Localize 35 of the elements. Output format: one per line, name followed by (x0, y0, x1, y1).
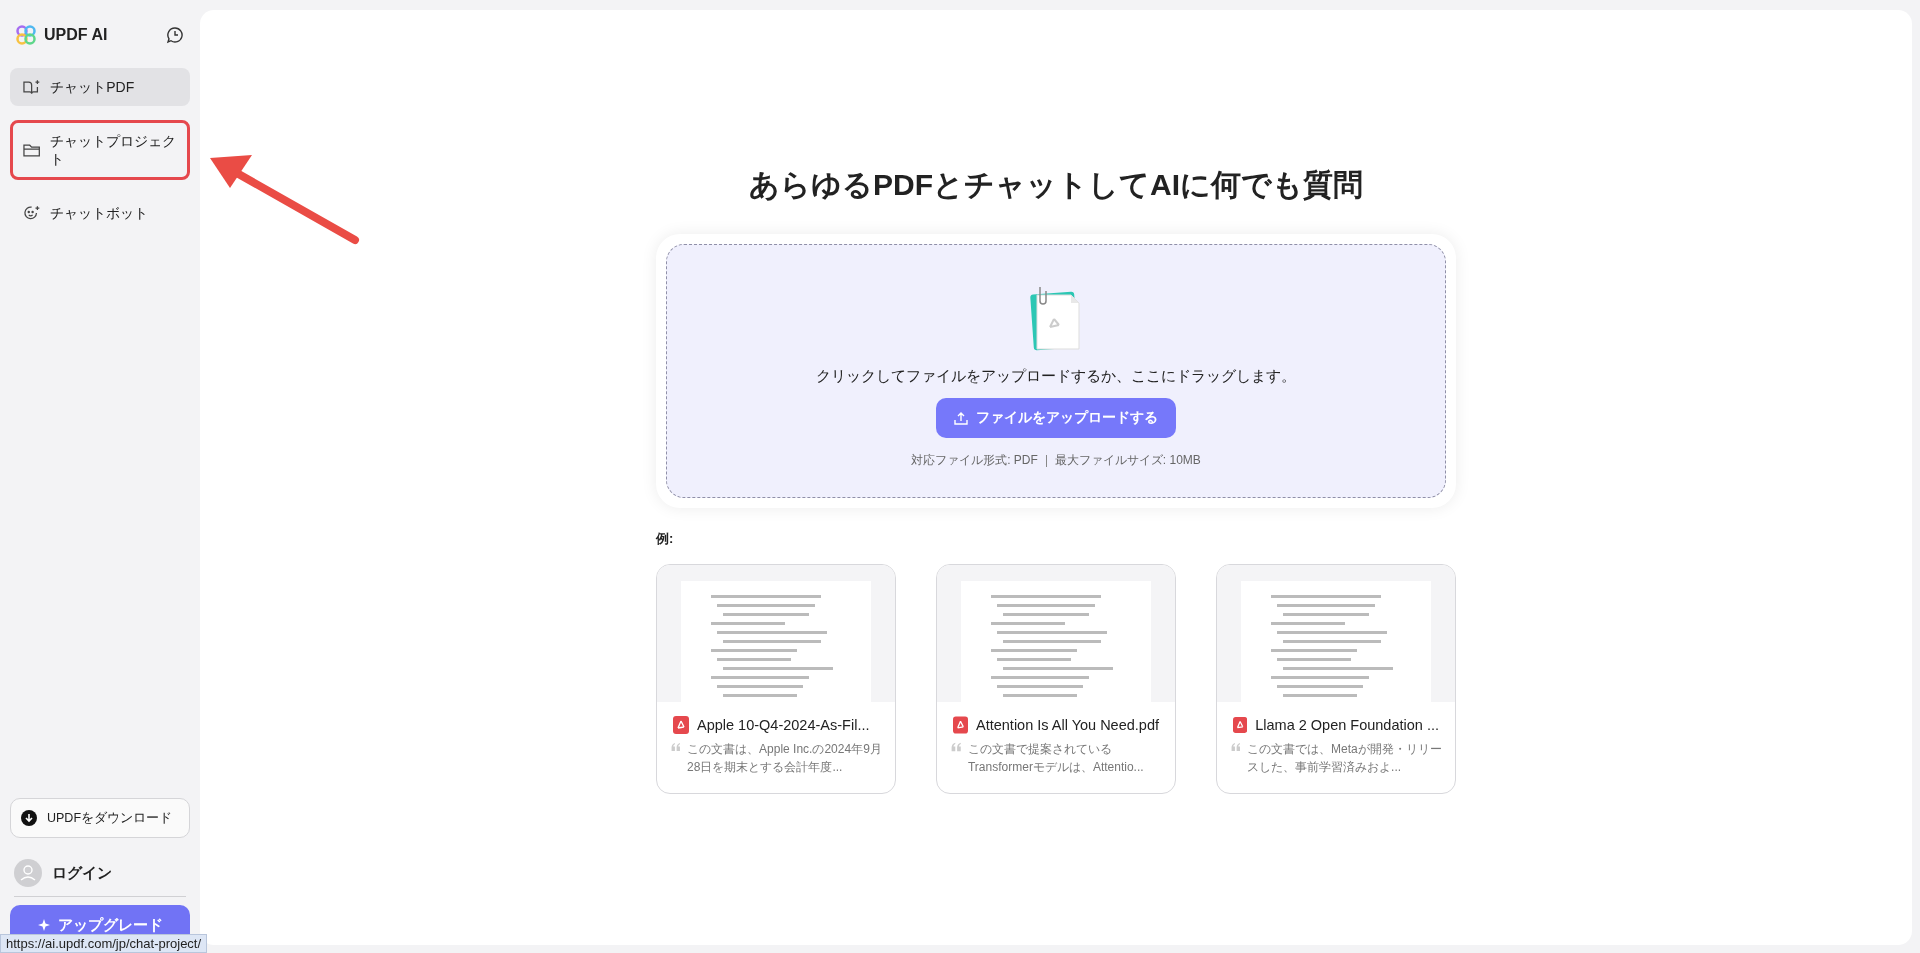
folder-icon (23, 142, 41, 158)
supported-format-text: 対応ファイル形式: PDF (911, 452, 1038, 469)
pdf-icon (1233, 716, 1248, 734)
file-title: Llama 2 Open Foundation ... (1255, 717, 1439, 733)
quote-icon (1231, 740, 1242, 754)
chat-history-icon[interactable] (166, 26, 184, 44)
download-button[interactable]: UPDFをダウンロード (10, 798, 190, 838)
file-title: Apple 10-Q4-2024-As-Fil... (697, 717, 870, 733)
avatar-icon (14, 859, 42, 887)
page-heading: あらゆるPDFとチャットしてAIに何でも質問 (749, 167, 1363, 203)
book-icon (23, 79, 41, 95)
file-summary: この文書で提案されているTransformerモデルは、Attentio... (968, 741, 1145, 776)
bot-face-icon (23, 205, 41, 221)
examples-label: 例: (656, 530, 675, 548)
file-title: Attention Is All You Need.pdf (976, 717, 1159, 733)
logo-icon (16, 25, 36, 45)
pdf-icon (953, 716, 968, 734)
status-url-tooltip: https://ai.updf.com/jp/chat-project/ (0, 934, 208, 953)
login-link[interactable]: ログイン (52, 863, 112, 883)
download-icon (21, 810, 37, 826)
sidebar-item[interactable]: チャットボット (10, 194, 190, 232)
quote-icon (671, 740, 682, 754)
upload-button[interactable]: ファイルをアップロードする (936, 398, 1176, 438)
upload-icon (954, 411, 968, 425)
max-size-text: 最大ファイルサイズ: 10MB (1054, 452, 1201, 469)
quote-icon (951, 740, 962, 754)
file-summary: この文書は、Apple Inc.の2024年9月28日を期末とする会計年度... (687, 741, 883, 776)
file-summary: この文書では、Metaが開発・リリースした、事前学習済みおよ... (1247, 741, 1443, 776)
upload-instructions: クリックしてファイルをアップロードするか、ここにドラッグします。 (816, 367, 1296, 386)
brand-name: UPDF AI (44, 26, 109, 44)
sidebar-item[interactable]: チャットプロジェクト (10, 120, 190, 180)
pdf-icon (673, 716, 689, 734)
sparkle-icon (37, 919, 50, 931)
upload-dropzone[interactable]: クリックしてファイルをアップロードするか、ここにドラッグします。 ファイルをアップロードする 対応ファイル形式: PDF 最大ファイルサイズ: 10MB (666, 244, 1446, 498)
sidebar-item[interactable]: チャットPDF (10, 68, 190, 106)
